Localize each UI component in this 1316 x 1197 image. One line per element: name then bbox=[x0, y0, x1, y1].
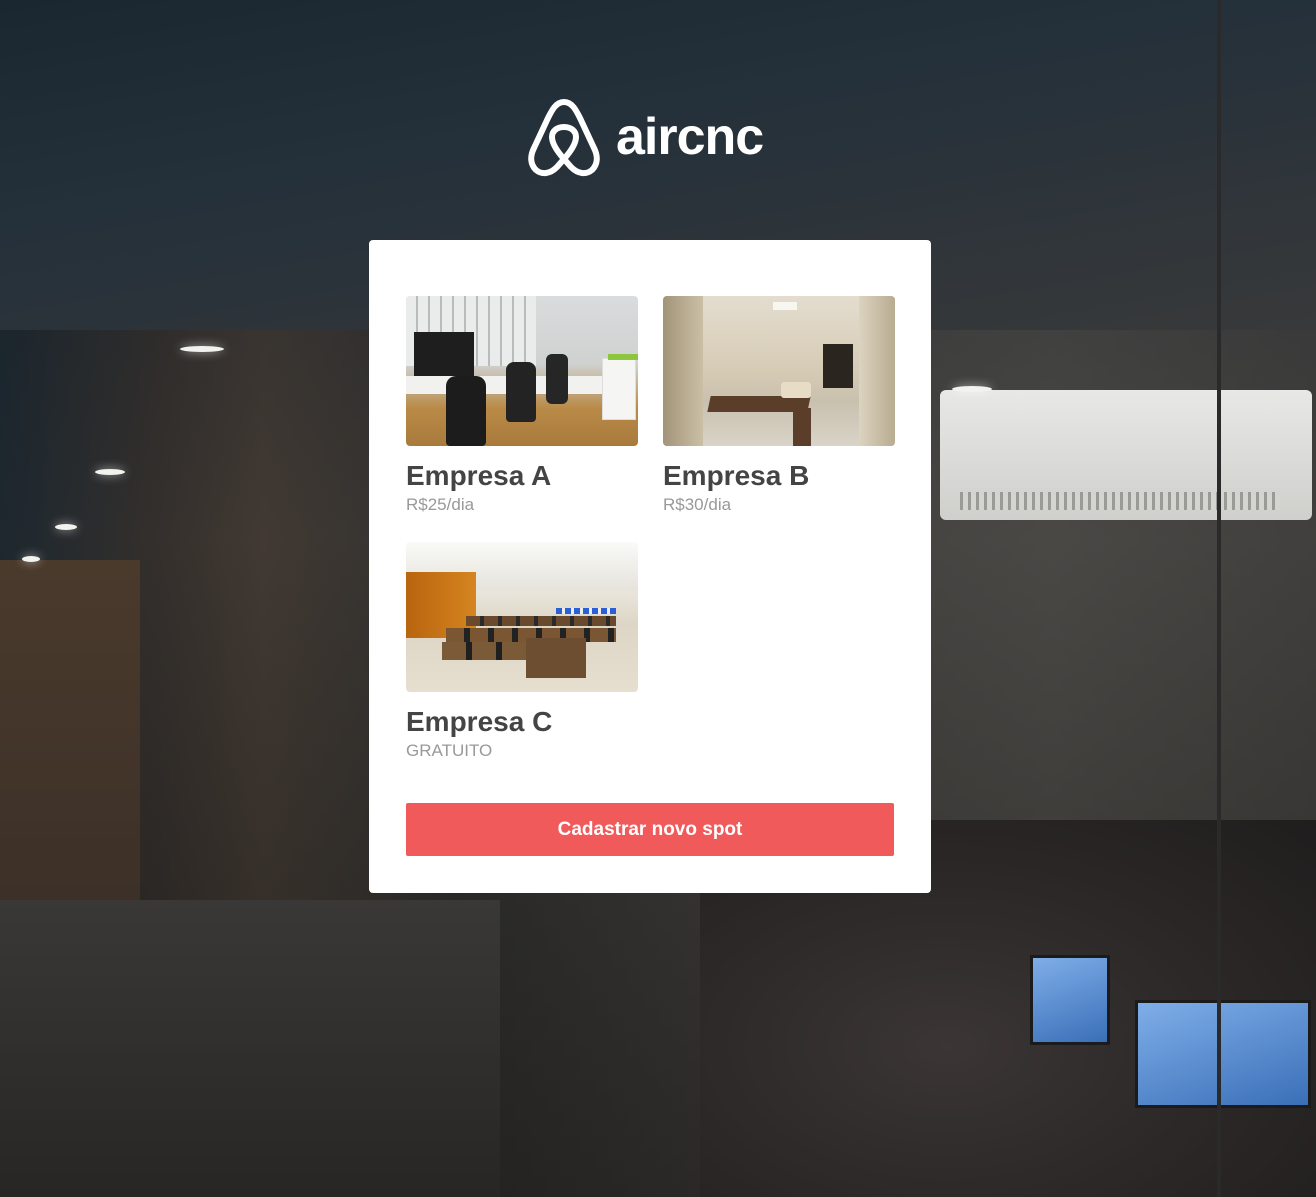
spot-item[interactable]: Empresa A R$25/dia bbox=[406, 296, 638, 516]
background-pole bbox=[1217, 0, 1221, 1197]
spot-title: Empresa C bbox=[406, 706, 553, 737]
spot-price: GRATUITO bbox=[406, 741, 493, 760]
new-spot-button[interactable]: Cadastrar novo spot bbox=[406, 803, 894, 856]
spot-list: Empresa A R$25/dia Empresa B R$30/dia Em… bbox=[406, 296, 895, 762]
background-ceiling-light bbox=[95, 469, 125, 475]
background-ceiling-light bbox=[22, 556, 40, 562]
spot-price: R$30/dia bbox=[663, 495, 732, 514]
background-ceiling-light bbox=[952, 386, 992, 392]
background-floor bbox=[0, 900, 500, 1197]
background-laptop-screen bbox=[1030, 955, 1110, 1045]
background-ceiling-light bbox=[55, 524, 77, 530]
spot-title: Empresa B bbox=[663, 460, 810, 491]
spot-price: R$25/dia bbox=[406, 495, 475, 514]
brand-name: aircnc bbox=[616, 108, 764, 166]
airbnb-belo-icon bbox=[528, 99, 600, 177]
background-air-conditioner-vent bbox=[960, 492, 1280, 510]
brand-logo: aircnc bbox=[526, 96, 764, 178]
background-laptop-screen bbox=[1135, 1000, 1311, 1108]
background-ceiling-light bbox=[180, 346, 224, 352]
spot-item[interactable]: Empresa B R$30/dia bbox=[663, 296, 895, 516]
spot-title: Empresa A bbox=[406, 460, 552, 491]
spot-thumbnail bbox=[663, 296, 895, 446]
spot-item[interactable]: Empresa C GRATUITO bbox=[406, 542, 638, 762]
spots-card: Empresa A R$25/dia Empresa B R$30/dia Em… bbox=[369, 240, 931, 893]
spot-thumbnail bbox=[406, 296, 638, 446]
spot-thumbnail bbox=[406, 542, 638, 692]
